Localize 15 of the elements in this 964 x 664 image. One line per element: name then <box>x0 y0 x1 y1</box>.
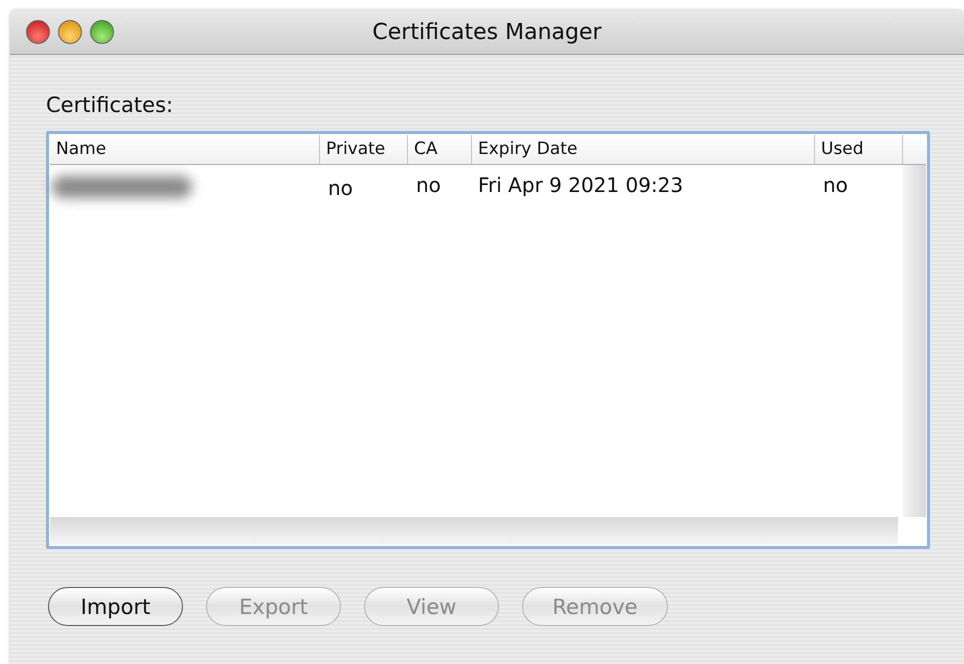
table-cell-text: no <box>415 173 442 197</box>
column-header[interactable]: Private <box>320 135 408 164</box>
table-cell-text: Fri Apr 9 2021 09:23 <box>477 173 684 197</box>
list-label: Certificates: <box>46 93 174 117</box>
zoom-button[interactable] <box>90 20 114 44</box>
column-header[interactable]: Used <box>815 135 903 164</box>
close-button[interactable] <box>26 20 50 44</box>
window-title: Certificates Manager <box>372 20 602 44</box>
minimize-button[interactable] <box>58 20 82 44</box>
column-header[interactable]: Expiry Date <box>472 135 815 164</box>
table-cell-text: no <box>327 175 354 200</box>
column-header[interactable]: CA <box>408 135 472 164</box>
column-header[interactable]: Name <box>50 135 320 164</box>
table-cell-text: no <box>822 173 849 197</box>
action-button[interactable]: Import <box>48 587 183 626</box>
